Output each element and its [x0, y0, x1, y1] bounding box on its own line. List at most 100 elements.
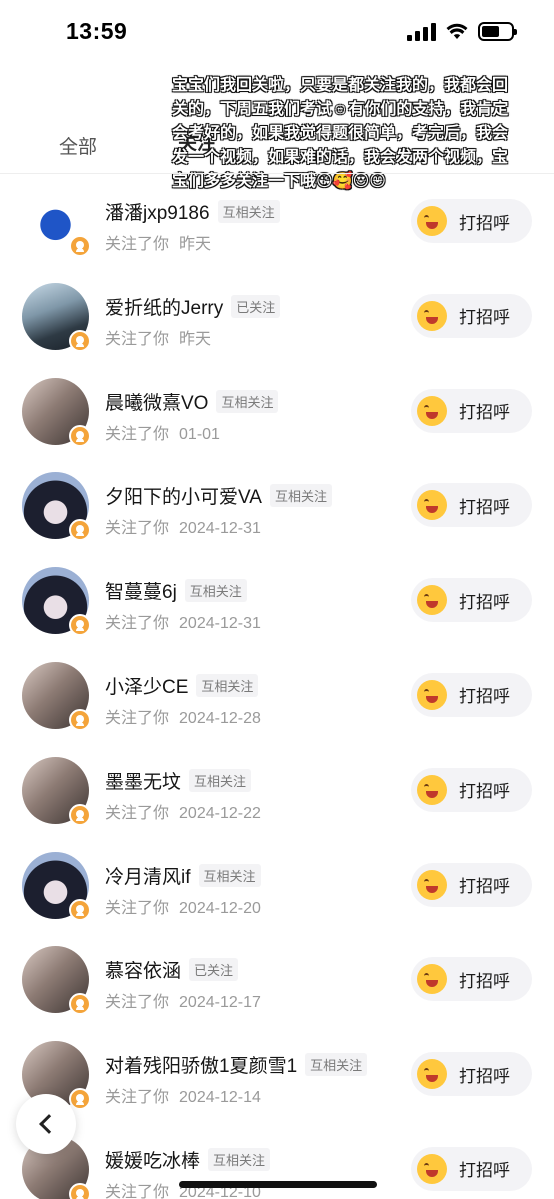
follow-info: 关注了你 昨天 [105, 230, 211, 254]
grinning-face-icon [417, 1059, 447, 1090]
follow-date: 2024-12-14 [179, 1089, 261, 1107]
battery-icon [478, 22, 517, 41]
follower-badge-icon [69, 519, 91, 542]
avatar[interactable] [22, 472, 91, 542]
list-item[interactable]: 夕阳下的小可爱VA 互相关注 关注了你 2024-12-31 打招呼 [0, 458, 554, 553]
wifi-icon [446, 23, 468, 39]
say-hello-button[interactable]: 打招呼 [411, 862, 532, 907]
avatar[interactable] [22, 756, 91, 826]
follow-info: 关注了你 2024-12-20 [105, 894, 261, 918]
say-hello-button[interactable]: 打招呼 [411, 1052, 532, 1097]
follow-info: 关注了你 2024-12-14 [105, 1083, 261, 1107]
user-name[interactable]: 夕阳下的小可爱VA [105, 482, 262, 509]
follow-action-text: 关注了你 [105, 804, 170, 822]
avatar[interactable] [22, 377, 91, 447]
grinning-face-icon [417, 869, 447, 900]
status-bar: 13:59 [0, 0, 554, 66]
tab-all[interactable]: 全部 [59, 132, 97, 159]
say-hello-label: 打招呼 [459, 592, 510, 612]
grinning-face-icon [417, 1153, 447, 1184]
list-item[interactable]: 冷月清风if 互相关注 关注了你 2024-12-20 打招呼 [0, 838, 554, 933]
follower-badge-icon [69, 898, 91, 921]
follow-action-text: 关注了你 [105, 425, 170, 443]
avatar[interactable] [22, 661, 91, 731]
user-name[interactable]: 媛媛吃冰棒 [105, 1146, 200, 1173]
user-name[interactable]: 冷月清风if [105, 862, 191, 889]
grinning-face-icon [417, 490, 447, 521]
say-hello-label: 打招呼 [459, 308, 510, 328]
say-hello-button[interactable]: 打招呼 [411, 388, 532, 433]
list-item[interactable]: 慕容依涵 已关注 关注了你 2024-12-17 打招呼 [0, 932, 554, 1027]
list-item[interactable]: 智蔓蔓6j 互相关注 关注了你 2024-12-31 打招呼 [0, 553, 554, 648]
follow-action-text: 关注了你 [105, 236, 170, 253]
follow-action-text: 关注了你 [105, 1183, 170, 1199]
follow-date: 01-01 [179, 425, 220, 443]
follower-badge-icon [69, 708, 91, 731]
follow-date: 2024-12-31 [179, 520, 261, 538]
user-name[interactable]: 潘潘jxp9186 [105, 198, 210, 225]
follow-action-text: 关注了你 [105, 615, 170, 633]
grinning-face-icon [417, 964, 447, 995]
say-hello-button[interactable]: 打招呼 [411, 578, 532, 623]
say-hello-button[interactable]: 打招呼 [411, 1146, 532, 1191]
follower-badge-icon [69, 993, 91, 1016]
follow-status-tag: 互相关注 [269, 484, 332, 508]
grinning-face-icon [417, 774, 447, 805]
list-item[interactable]: 墨墨无坟 互相关注 关注了你 2024-12-22 打招呼 [0, 743, 554, 838]
follow-date: 昨天 [179, 236, 212, 253]
say-hello-button[interactable]: 打招呼 [411, 672, 532, 717]
say-hello-button[interactable]: 打招呼 [411, 767, 532, 812]
user-name[interactable]: 小泽少CE [105, 672, 188, 699]
follower-badge-icon [69, 235, 91, 257]
follow-status-tag: 已关注 [231, 294, 281, 318]
follower-badge-icon [69, 329, 91, 352]
list-item[interactable]: 小泽少CE 互相关注 关注了你 2024-12-28 打招呼 [0, 648, 554, 743]
list-item[interactable]: 潘潘jxp9186 互相关注 关注了你 昨天 打招呼 [0, 174, 554, 269]
follow-date: 2024-12-20 [179, 899, 261, 917]
say-hello-button[interactable]: 打招呼 [411, 957, 532, 1002]
follow-status-tag: 互相关注 [216, 389, 279, 413]
cellular-signal-icon [407, 22, 436, 41]
user-name[interactable]: 对着残阳骄傲1夏颜雪1 [105, 1051, 297, 1078]
follower-badge-icon [69, 424, 91, 447]
grinning-face-icon [417, 206, 447, 236]
avatar[interactable] [22, 851, 91, 921]
follow-info: 关注了你 01-01 [105, 420, 220, 444]
grinning-face-icon [417, 679, 447, 710]
follow-action-text: 关注了你 [105, 994, 170, 1012]
follow-status-tag: 互相关注 [196, 673, 259, 697]
avatar[interactable] [22, 946, 91, 1016]
follow-status-tag: 互相关注 [198, 863, 261, 887]
name-line: 夕阳下的小可爱VA 互相关注 [105, 482, 332, 509]
chevron-left-icon [39, 1114, 59, 1134]
user-name[interactable]: 慕容依涵 [105, 956, 181, 983]
user-name[interactable]: 爱折纸的Jerry [105, 293, 223, 320]
list-item[interactable]: 晨曦微熹VO 互相关注 关注了你 01-01 打招呼 [0, 364, 554, 459]
say-hello-button[interactable]: 打招呼 [411, 483, 532, 528]
follow-info: 关注了你 昨天 [105, 325, 211, 349]
follow-status-tag: 互相关注 [217, 200, 280, 223]
say-hello-button[interactable]: 打招呼 [411, 199, 532, 243]
list-item[interactable]: 对着残阳骄傲1夏颜雪1 互相关注 关注了你 2024-12-14 打招呼 [0, 1027, 554, 1122]
follow-info: 关注了你 2024-12-28 [105, 704, 261, 728]
grinning-face-icon [417, 300, 447, 331]
follow-date: 2024-12-17 [179, 994, 261, 1012]
avatar[interactable] [22, 282, 91, 352]
name-line: 潘潘jxp9186 互相关注 [105, 198, 280, 225]
follow-info: 关注了你 2024-12-31 [105, 609, 261, 633]
follower-badge-icon [69, 803, 91, 826]
avatar[interactable] [22, 188, 91, 257]
status-icons [407, 22, 517, 41]
say-hello-label: 打招呼 [459, 782, 510, 802]
status-time: 13:59 [66, 18, 128, 44]
say-hello-button[interactable]: 打招呼 [411, 293, 532, 338]
user-name[interactable]: 墨墨无坟 [105, 767, 181, 794]
user-name[interactable]: 晨曦微熹VO [105, 388, 208, 415]
grinning-face-icon [417, 585, 447, 616]
list-item[interactable]: 爱折纸的Jerry 已关注 关注了你 昨天 打招呼 [0, 269, 554, 364]
user-name[interactable]: 智蔓蔓6j [105, 577, 177, 604]
home-indicator[interactable] [179, 1181, 377, 1188]
avatar[interactable] [22, 567, 91, 637]
back-button[interactable] [16, 1094, 76, 1154]
name-line: 小泽少CE 互相关注 [105, 672, 259, 699]
